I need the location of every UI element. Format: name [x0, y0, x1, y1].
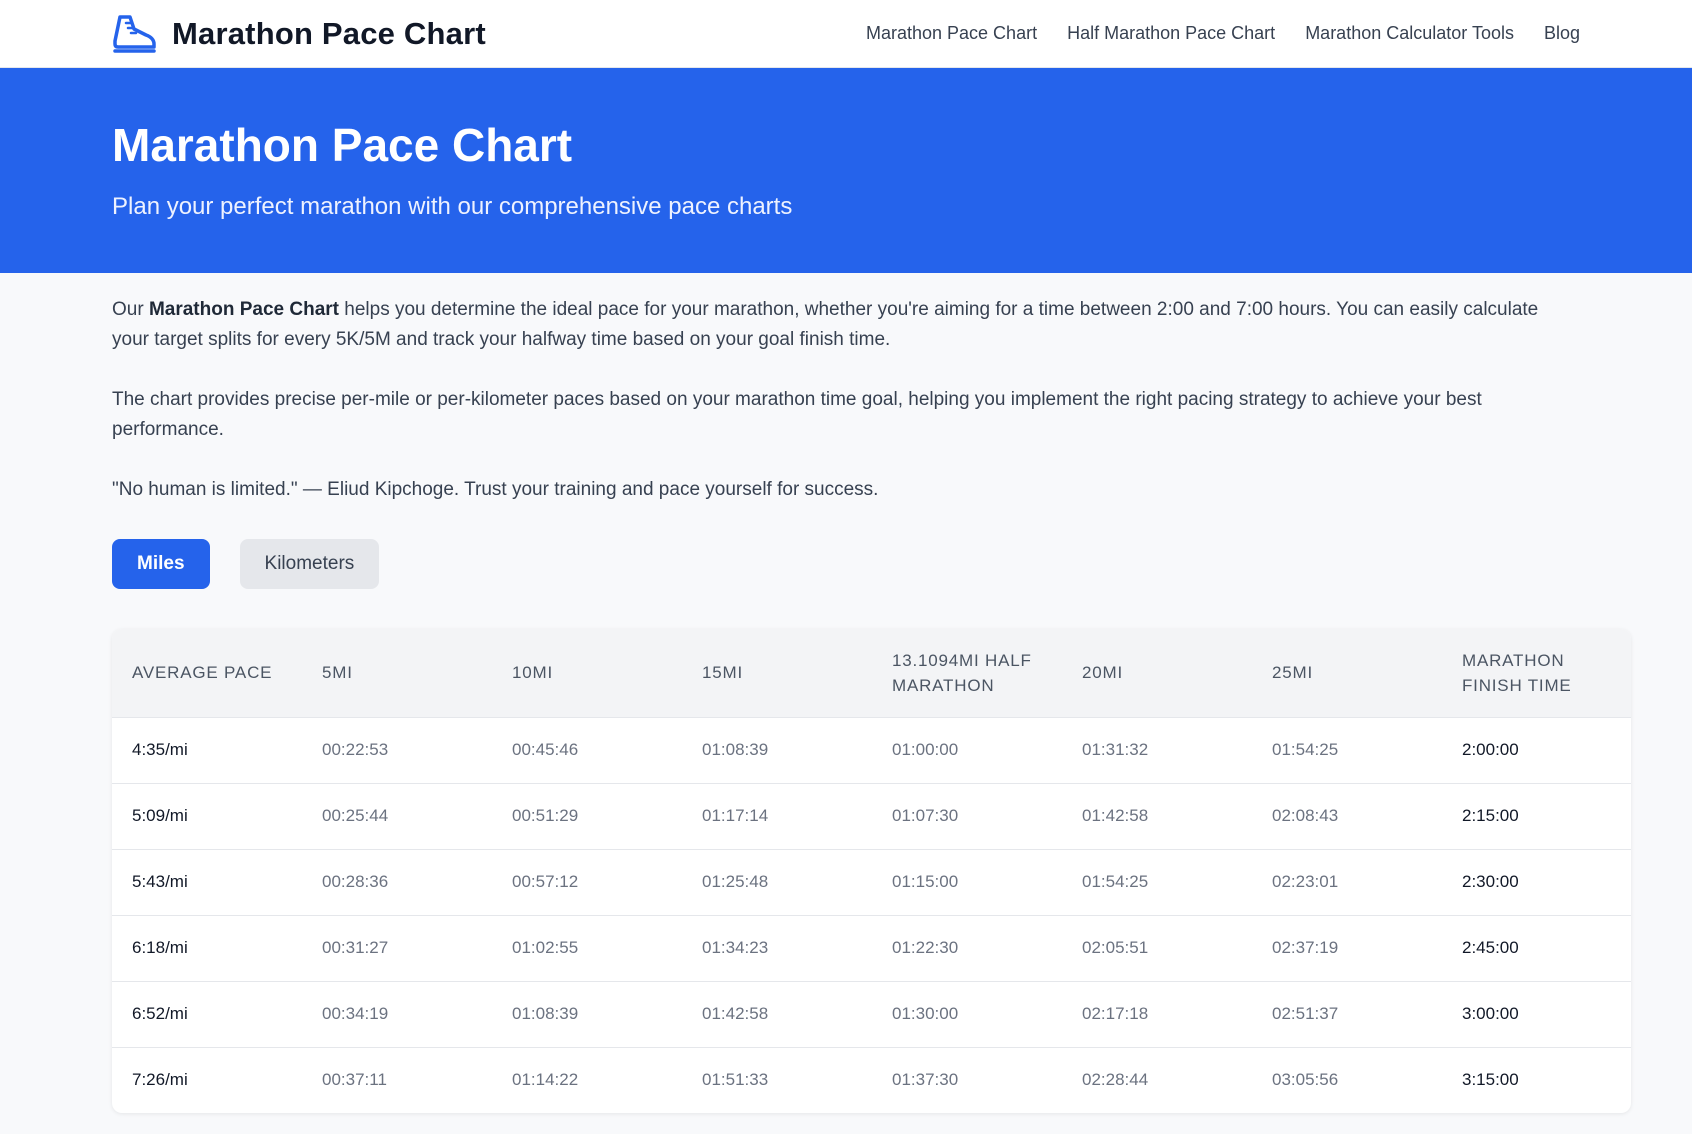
- cell-average-pace: 6:18/mi: [132, 938, 188, 957]
- header-finish-time: MARATHON FINISH TIME: [1462, 650, 1572, 695]
- cell-split-5mi: 00:25:44: [322, 806, 389, 825]
- pace-table: AVERAGE PACE 5MI 10MI 15MI 13.1094MI HAL…: [112, 629, 1631, 1113]
- cell-split-5mi: 00:28:36: [322, 872, 389, 891]
- table-row: 5:43/mi 00:28:36 00:57:12 01:25:48 01:15:00 0…: [112, 849, 1631, 915]
- cell-finish-time: 2:30:00: [1462, 872, 1519, 891]
- cell-split-half-marathon: 01:37:30: [892, 1070, 959, 1090]
- intro-bold-text: Marathon Pace Chart: [148, 299, 339, 320]
- table-row: 7:26/mi 00:37:11 01:14:22 01:51:33 01:37:30 0…: [112, 1047, 1631, 1113]
- cell-split-5mi: 00:31:27: [322, 938, 389, 957]
- cell-split-15mi: 01:51:33: [702, 1070, 769, 1090]
- cell-split-5mi: 00:34:19: [322, 1004, 389, 1023]
- cell-finish-time: 2:00:00: [1462, 740, 1519, 759]
- cell-finish-time: 2:15:00: [1462, 806, 1519, 825]
- page-title: Marathon Pace Chart: [112, 119, 573, 171]
- cell-split-15mi: 01:08:39: [702, 740, 769, 759]
- cell-split-5mi: 00:22:53: [322, 740, 389, 759]
- header-25mi: 25MI: [1272, 663, 1313, 683]
- cell-split-10mi: 01:14:22: [512, 1070, 579, 1090]
- cell-split-20mi: 02:17:18: [1082, 1004, 1149, 1023]
- cell-split-half-marathon: 01:15:00: [892, 872, 959, 891]
- cell-split-half-marathon: 01:00:00: [892, 740, 959, 759]
- cell-split-25mi: 02:08:43: [1272, 806, 1339, 825]
- cell-split-25mi: 02:51:37: [1272, 1004, 1339, 1023]
- table-row: 4:35/mi 00:22:53 00:45:46 01:08:39 01:00:00 0…: [112, 717, 1631, 783]
- page-subtitle: Plan your perfect marathon with our comp…: [112, 192, 793, 220]
- quote-paragraph: "No human is limited." — Eliud Kipchoge.…: [112, 479, 879, 500]
- cell-average-pace: 5:09/mi: [132, 806, 188, 825]
- site-header: Marathon Pace Chart Marathon Pace Chart …: [0, 0, 1692, 68]
- brand-title: Marathon Pace Chart: [172, 15, 486, 51]
- intro-paragraph-2: The chart provides precise per-mile or p…: [112, 389, 1482, 440]
- cell-split-half-marathon: 01:30:00: [892, 1004, 959, 1023]
- main-content: Our Marathon Pace Chart helps you determ…: [0, 273, 1692, 1113]
- cell-split-20mi: 01:31:32: [1082, 740, 1149, 759]
- table-row: 6:18/mi 00:31:27 01:02:55 01:34:23 01:22:30 0…: [112, 915, 1631, 981]
- cell-split-15mi: 01:25:48: [702, 872, 769, 891]
- header-15mi: 15MI: [702, 663, 743, 683]
- cell-average-pace: 4:35/mi: [132, 740, 188, 759]
- header-10mi: 10MI: [512, 663, 553, 683]
- cell-average-pace: 5:43/mi: [132, 872, 188, 891]
- miles-button[interactable]: Miles: [112, 539, 210, 589]
- cell-split-10mi: 00:51:29: [512, 806, 579, 825]
- cell-split-25mi: 02:37:19: [1272, 938, 1339, 957]
- unit-toggle: Miles Kilometers: [112, 539, 1580, 589]
- table-row: 6:52/mi 00:34:19 01:08:39 01:42:58 01:30:00 0…: [112, 981, 1631, 1047]
- cell-finish-time: 2:45:00: [1462, 938, 1519, 957]
- cell-split-10mi: 01:02:55: [512, 938, 579, 957]
- nav-marathon-calculator-tools[interactable]: Marathon Calculator Tools: [1305, 23, 1514, 44]
- hero-banner: Marathon Pace Chart Plan your perfect ma…: [0, 68, 1692, 273]
- intro-paragraph-1: Our Marathon Pace Chart helps you determ…: [112, 295, 1580, 355]
- main-nav: Marathon Pace Chart Half Marathon Pace C…: [866, 23, 1580, 44]
- cell-split-25mi: 03:05:56: [1272, 1070, 1339, 1090]
- cell-split-10mi: 01:08:39: [512, 1004, 579, 1023]
- running-shoe-icon: [112, 11, 158, 57]
- cell-finish-time: 3:00:00: [1462, 1004, 1519, 1023]
- cell-split-10mi: 00:57:12: [512, 872, 579, 891]
- pace-table-card: AVERAGE PACE 5MI 10MI 15MI 13.1094MI HAL…: [112, 629, 1631, 1113]
- cell-finish-time: 3:15:00: [1462, 1070, 1519, 1090]
- kilometers-button[interactable]: Kilometers: [239, 539, 380, 589]
- cell-split-15mi: 01:17:14: [702, 806, 769, 825]
- cell-split-20mi: 01:54:25: [1082, 872, 1149, 891]
- table-body: 4:35/mi 00:22:53 00:45:46 01:08:39 01:00:00 0…: [112, 717, 1631, 1113]
- cell-split-20mi: 02:28:44: [1082, 1070, 1149, 1090]
- nav-half-marathon-pace-chart[interactable]: Half Marathon Pace Chart: [1067, 23, 1275, 44]
- brand[interactable]: Marathon Pace Chart: [112, 11, 486, 57]
- cell-average-pace: 7:26/mi: [132, 1070, 188, 1090]
- cell-split-25mi: 01:54:25: [1272, 740, 1339, 759]
- cell-split-20mi: 02:05:51: [1082, 938, 1149, 957]
- cell-split-half-marathon: 01:07:30: [892, 806, 959, 825]
- header-20mi: 20MI: [1082, 663, 1123, 683]
- table-header-row: AVERAGE PACE 5MI 10MI 15MI 13.1094MI HAL…: [112, 629, 1631, 717]
- cell-split-5mi: 00:37:11: [322, 1070, 387, 1090]
- cell-split-half-marathon: 01:22:30: [892, 938, 959, 957]
- cell-split-20mi: 01:42:58: [1082, 806, 1149, 825]
- header-half-marathon: 13.1094MI HALF MARATHON: [892, 650, 1032, 695]
- cell-split-10mi: 00:45:46: [512, 740, 579, 759]
- nav-marathon-pace-chart[interactable]: Marathon Pace Chart: [866, 23, 1037, 44]
- header-average-pace: AVERAGE PACE: [132, 663, 273, 683]
- cell-split-15mi: 01:34:23: [702, 938, 769, 957]
- intro-text-prefix: Our: [112, 299, 149, 320]
- cell-split-15mi: 01:42:58: [702, 1004, 769, 1023]
- table-row: 5:09/mi 00:25:44 00:51:29 01:17:14 01:07:30 0…: [112, 783, 1631, 849]
- header-5mi: 5MI: [322, 663, 353, 683]
- nav-blog[interactable]: Blog: [1544, 23, 1580, 44]
- cell-average-pace: 6:52/mi: [132, 1004, 188, 1023]
- cell-split-25mi: 02:23:01: [1272, 872, 1339, 891]
